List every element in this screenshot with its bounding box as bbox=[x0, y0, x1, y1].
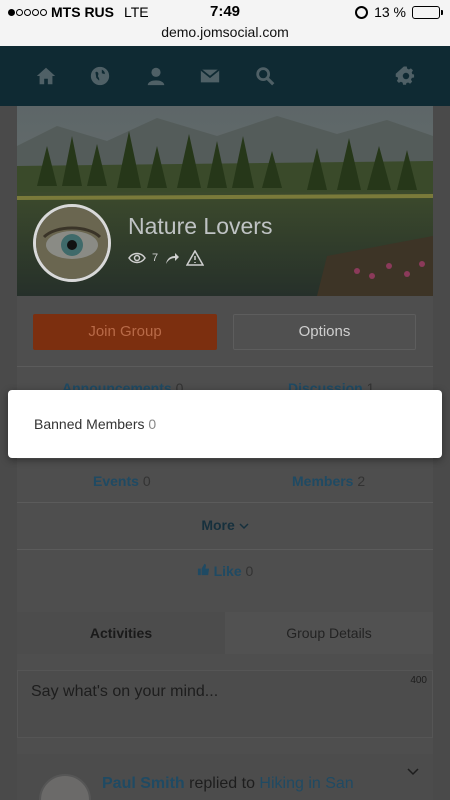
thumbs-up-icon bbox=[197, 563, 209, 576]
banned-members-label: Banned Members bbox=[34, 416, 145, 432]
alarm-icon bbox=[355, 5, 369, 19]
events-link[interactable]: Events 0 bbox=[93, 473, 151, 489]
like-button[interactable]: Like 0 bbox=[0, 563, 450, 579]
post-headline: Paul Smith replied to Hiking in San bbox=[102, 775, 354, 793]
battery-icon bbox=[412, 5, 443, 19]
group-avatar[interactable] bbox=[33, 204, 111, 282]
chevron-down-icon[interactable] bbox=[407, 768, 419, 776]
status-right: 13 % bbox=[355, 4, 443, 20]
members-count: 2 bbox=[357, 473, 366, 489]
events-count: 0 bbox=[142, 473, 151, 489]
chevron-down-icon bbox=[239, 523, 249, 530]
share-icon[interactable] bbox=[164, 251, 180, 265]
status-input[interactable]: Say what's on your mind... bbox=[31, 683, 218, 701]
group-title: Nature Lovers bbox=[128, 213, 273, 239]
group-tabs: Activities Group Details bbox=[17, 612, 433, 654]
post-target-link[interactable]: Hiking in San bbox=[259, 775, 353, 792]
post-author-link[interactable]: Paul Smith bbox=[102, 775, 185, 792]
top-nav bbox=[0, 46, 450, 106]
members-link[interactable]: Members 2 bbox=[292, 473, 365, 489]
banned-members-item[interactable]: Banned Members 0 bbox=[34, 416, 156, 432]
more-toggle[interactable]: More bbox=[0, 517, 450, 533]
like-label: Like bbox=[213, 563, 242, 579]
view-count: 7 bbox=[152, 252, 159, 264]
join-group-button[interactable]: Join Group bbox=[33, 314, 217, 350]
tab-activities[interactable]: Activities bbox=[17, 612, 225, 654]
home-icon[interactable] bbox=[35, 65, 57, 87]
divider bbox=[17, 458, 433, 459]
status-bar: MTS RUS LTE 7:49 13 % bbox=[0, 0, 450, 24]
options-button[interactable]: Options bbox=[233, 314, 416, 350]
events-label: Events bbox=[93, 473, 139, 489]
search-icon[interactable] bbox=[254, 65, 276, 87]
eye-icon bbox=[128, 252, 146, 264]
battery-percent: 13 % bbox=[374, 4, 406, 20]
avatar[interactable] bbox=[39, 774, 91, 800]
banned-members-count: 0 bbox=[148, 416, 157, 432]
more-options-dialog: Banned Members 0 bbox=[8, 390, 442, 458]
globe-icon[interactable] bbox=[89, 65, 111, 87]
divider bbox=[17, 366, 433, 367]
divider bbox=[17, 502, 433, 503]
user-icon[interactable] bbox=[145, 65, 167, 87]
tab-group-details[interactable]: Group Details bbox=[225, 612, 433, 654]
divider bbox=[17, 549, 433, 550]
mail-icon[interactable] bbox=[199, 65, 221, 87]
group-meta: 7 bbox=[128, 250, 205, 266]
address-bar-url[interactable]: demo.jomsocial.com bbox=[0, 24, 450, 46]
status-composer[interactable]: Say what's on your mind... 400 bbox=[17, 670, 433, 738]
more-label: More bbox=[201, 517, 235, 533]
report-icon[interactable] bbox=[186, 250, 205, 266]
post-action: replied to bbox=[189, 775, 255, 792]
gear-icon[interactable] bbox=[395, 65, 417, 87]
character-counter: 400 bbox=[410, 675, 427, 686]
like-count: 0 bbox=[245, 563, 254, 579]
members-label: Members bbox=[292, 473, 354, 489]
activity-post: Paul Smith replied to Hiking in San bbox=[17, 754, 433, 800]
